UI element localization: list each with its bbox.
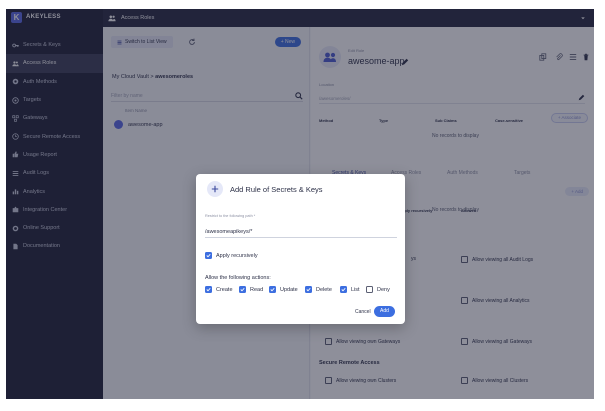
action-label: List	[351, 286, 360, 293]
checkbox-empty[interactable]	[366, 286, 373, 293]
apply-recursively-checkbox[interactable]: Apply recursively	[205, 252, 258, 259]
check-icon[interactable]	[205, 286, 212, 293]
action-delete-checkbox[interactable]: Delete	[305, 286, 332, 293]
action-deny-checkbox[interactable]: Deny	[366, 286, 390, 293]
action-label: Delete	[316, 286, 332, 293]
check-icon[interactable]	[305, 286, 312, 293]
action-label: Create	[216, 286, 233, 293]
cancel-button[interactable]: Cancel	[355, 309, 371, 315]
path-input[interactable]: /awesomeapikeys/*	[205, 227, 397, 238]
action-label: Deny	[377, 286, 390, 293]
action-create-checkbox[interactable]: Create	[205, 286, 233, 293]
plus-icon	[207, 181, 223, 197]
check-icon[interactable]	[239, 286, 246, 293]
action-label: Read	[250, 286, 264, 293]
action-list-checkbox[interactable]: List	[340, 286, 360, 293]
screen-frame: K AKEYLESS Secrets & Keys Access Roles A…	[0, 0, 605, 411]
apply-recursively-label: Apply recursively	[216, 252, 258, 259]
allow-actions-label: Allow the following actions:	[205, 275, 271, 281]
action-label: Update	[280, 286, 298, 293]
check-icon[interactable]	[205, 252, 212, 259]
path-field-label: Restrict to the following path *	[205, 214, 256, 218]
check-icon[interactable]	[340, 286, 347, 293]
action-update-checkbox[interactable]: Update	[269, 286, 298, 293]
dialog-title: Add Rule of Secrets & Keys	[230, 185, 323, 194]
add-rule-dialog: Add Rule of Secrets & Keys Restrict to t…	[196, 174, 405, 324]
check-icon[interactable]	[269, 286, 276, 293]
add-button[interactable]: Add	[374, 306, 395, 317]
action-read-checkbox[interactable]: Read	[239, 286, 263, 293]
